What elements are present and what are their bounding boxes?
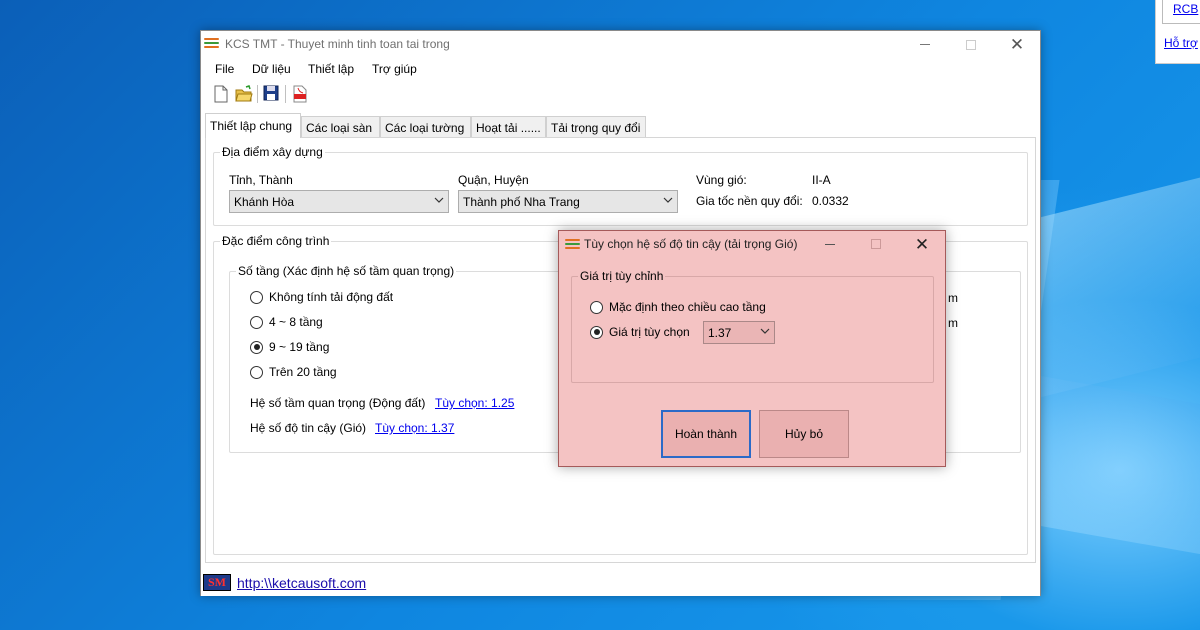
radio-custom-value[interactable]: Giá trị tùy chọn — [590, 325, 690, 339]
maximize-icon — [871, 239, 881, 249]
menu-help[interactable]: Trợ giúp — [372, 62, 417, 76]
ground-acceleration-value: 0.0332 — [812, 194, 849, 208]
radio-label: Giá trị tùy chọn — [609, 325, 690, 339]
district-select[interactable]: Thành phố Nha Trang — [458, 190, 678, 213]
radio-label: 4 ~ 8 tầng — [269, 315, 323, 329]
pdf-icon[interactable] — [292, 85, 310, 103]
cancel-button[interactable]: Hủy bỏ — [759, 410, 849, 458]
logo-text: SM — [208, 575, 226, 589]
radio-indicator-checked — [590, 325, 603, 339]
background-link-support[interactable]: Hỗ trợ — [1164, 36, 1198, 50]
dialog-close-button[interactable]: ✕ — [899, 231, 945, 257]
importance-factor-label: Hệ số tầm quan trọng (Động đất) — [250, 396, 426, 410]
titlebar[interactable]: KCS TMT - Thuyet minh tinh toan tai tron… — [201, 31, 1040, 58]
chevron-down-icon — [760, 328, 770, 334]
radio-indicator — [250, 365, 263, 379]
app-icon — [204, 38, 219, 50]
menu-data[interactable]: Dữ liệu — [252, 62, 291, 76]
save-icon[interactable] — [263, 85, 281, 103]
province-label: Tỉnh, Thành — [229, 173, 293, 187]
tab-floor-types[interactable]: Các loại sàn — [301, 116, 380, 137]
minimize-icon — [825, 243, 835, 245]
minimize-button[interactable] — [902, 31, 948, 58]
dialog-title: Tùy chọn hệ số độ tin cậy (tải trọng Gió… — [584, 237, 798, 251]
importance-factor-link[interactable]: Tùy chọn: 1.25 — [435, 396, 514, 410]
ground-acceleration-label: Gia tốc nền quy đổi: — [696, 194, 803, 208]
radio-label: 9 ~ 19 tầng — [269, 340, 330, 354]
radio-default-by-height[interactable]: Mặc định theo chiều cao tầng — [590, 300, 766, 314]
radio-4-8-floors[interactable]: 4 ~ 8 tầng — [250, 315, 323, 329]
maximize-button[interactable] — [948, 31, 994, 58]
minimize-icon — [920, 44, 930, 45]
wind-zone-label: Vùng gió: — [696, 173, 747, 187]
location-group: Địa điểm xây dựng Tỉnh, Thành Khánh Hòa … — [213, 145, 1028, 226]
statusbar: SM http:\\ketcausoft.com — [201, 569, 1040, 596]
menu-settings[interactable]: Thiết lập — [308, 62, 354, 76]
clipped-text: m — [948, 316, 958, 330]
app-icon — [565, 239, 580, 251]
chevron-down-icon — [434, 197, 444, 203]
location-group-title: Địa điểm xây dựng — [220, 145, 325, 159]
website-link[interactable]: http:\\ketcausoft.com — [237, 575, 366, 591]
open-folder-icon[interactable] — [235, 85, 253, 103]
background-window: RCB Hỗ trợ — [1155, 0, 1200, 64]
floors-group-title: Số tầng (Xác định hệ số tầm quan trọng) — [236, 264, 457, 278]
radio-indicator-checked — [250, 340, 263, 354]
radio-9-19-floors[interactable]: 9 ~ 19 tầng — [250, 340, 329, 354]
new-file-icon[interactable] — [213, 85, 231, 103]
radio-indicator — [250, 315, 263, 329]
dialog-minimize-button[interactable] — [807, 231, 853, 257]
province-value: Khánh Hòa — [234, 195, 295, 209]
tab-converted-load[interactable]: Tải trọng quy đổi — [546, 116, 646, 137]
wind-zone-value: II-A — [812, 173, 831, 187]
building-group-title: Đặc điểm công trình — [220, 234, 332, 248]
finish-button[interactable]: Hoàn thành — [661, 410, 751, 458]
reliability-factor-link[interactable]: Tùy chọn: 1.37 — [375, 421, 454, 435]
radio-label: Không tính tải động đất — [269, 290, 394, 304]
radio-no-seismic[interactable]: Không tính tải động đất — [250, 290, 393, 304]
district-label: Quận, Huyện — [458, 173, 529, 187]
maximize-icon — [966, 39, 976, 50]
radio-over-20-floors[interactable]: Trên 20 tầng — [250, 365, 337, 379]
dialog-titlebar[interactable]: Tùy chọn hệ số độ tin cậy (tải trọng Gió… — [559, 231, 945, 257]
province-select[interactable]: Khánh Hòa — [229, 190, 449, 213]
custom-value-group-title: Giá trị tùy chỉnh — [578, 269, 666, 283]
tab-live-load[interactable]: Hoạt tải ...... — [471, 116, 546, 137]
reliability-factor-label: Hệ số độ tin cậy (Gió) — [250, 421, 367, 435]
custom-value-select[interactable]: 1.37 — [703, 321, 775, 344]
district-value: Thành phố Nha Trang — [463, 195, 580, 209]
toolbar — [201, 80, 1040, 108]
radio-label: Mặc định theo chiều cao tầng — [609, 300, 766, 314]
reliability-factor-dialog: Tùy chọn hệ số độ tin cậy (tải trọng Gió… — [558, 230, 946, 467]
menu-file[interactable]: File — [215, 62, 234, 76]
tab-general-settings[interactable]: Thiết lập chung — [205, 113, 301, 138]
close-icon: ✕ — [1009, 35, 1025, 54]
custom-value: 1.37 — [708, 326, 732, 340]
radio-label: Trên 20 tầng — [269, 365, 337, 379]
dialog-maximize-button[interactable] — [853, 231, 899, 257]
radio-indicator — [250, 290, 263, 304]
window-title: KCS TMT - Thuyet minh tinh toan tai tron… — [225, 37, 450, 51]
menubar: File Dữ liệu Thiết lập Trợ giúp — [201, 58, 1040, 80]
radio-indicator — [590, 300, 603, 314]
chevron-down-icon — [663, 197, 673, 203]
tab-wall-types[interactable]: Các loại tường — [380, 116, 471, 137]
sm-logo: SM — [203, 574, 231, 591]
toolbar-separator — [285, 85, 286, 103]
clipped-text: m — [948, 291, 958, 305]
close-icon: ✕ — [914, 234, 930, 254]
close-button[interactable]: ✕ — [994, 31, 1040, 58]
background-link-rcb[interactable]: RCB — [1173, 2, 1198, 16]
toolbar-separator — [257, 85, 258, 103]
